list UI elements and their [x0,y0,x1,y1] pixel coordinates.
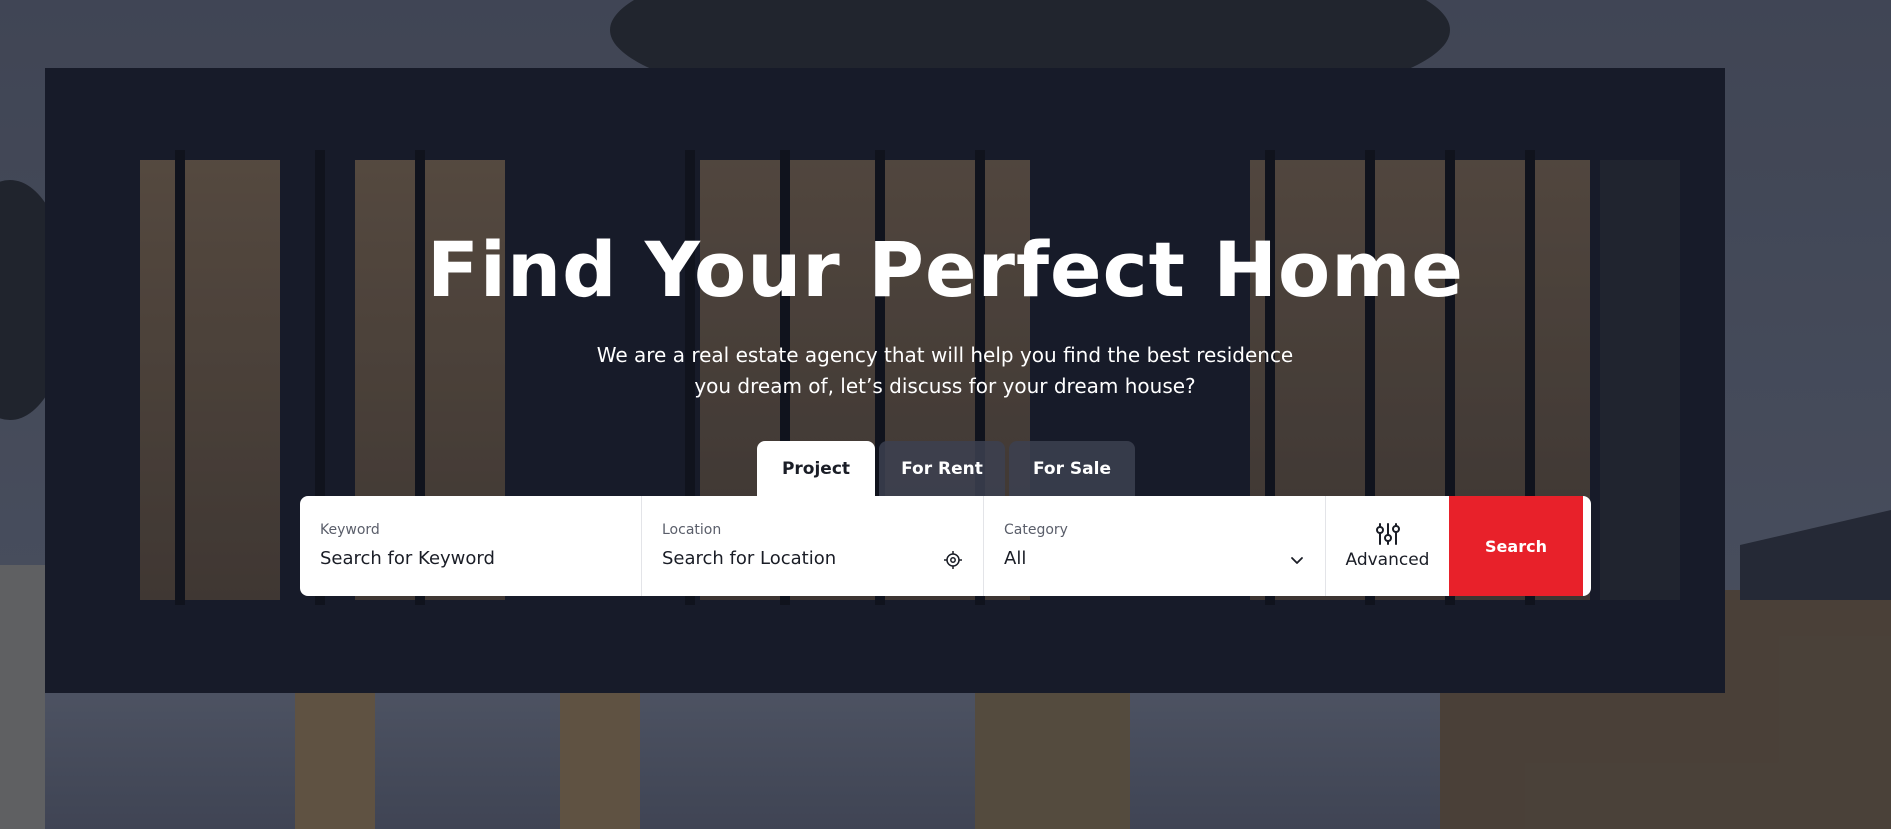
search-button[interactable]: Search [1449,496,1583,596]
keyword-label: Keyword [320,522,380,538]
location-input[interactable] [662,548,922,569]
location-target-icon[interactable] [943,550,963,570]
hero-subtitle: We are a real estate agency that will he… [596,343,1294,398]
location-label: Location [662,522,722,538]
category-label: Category [1004,522,1068,538]
advanced-filters-button[interactable]: Advanced [1326,496,1449,596]
advanced-label: Advanced [1345,550,1430,570]
property-search-bar: Keyword Location Category All [300,496,1591,596]
sliders-icon [1375,523,1400,545]
tab-project[interactable]: Project [757,441,875,497]
search-tabs: Project For Rent For Sale [757,441,1135,497]
keyword-input[interactable] [320,548,580,569]
category-value: All [1004,548,1027,569]
chevron-down-icon[interactable] [1289,552,1305,568]
tab-for-rent[interactable]: For Rent [879,441,1005,497]
location-field: Location [642,496,984,596]
hero-title: Find Your Perfect Home [427,225,1464,314]
tab-for-sale[interactable]: For Sale [1009,441,1135,497]
category-select[interactable]: Category All [984,496,1326,596]
hero-section: Find Your Perfect Home We are a real est… [0,0,1891,829]
hero-content: Find Your Perfect Home We are a real est… [0,0,1891,829]
keyword-field: Keyword [300,496,642,596]
